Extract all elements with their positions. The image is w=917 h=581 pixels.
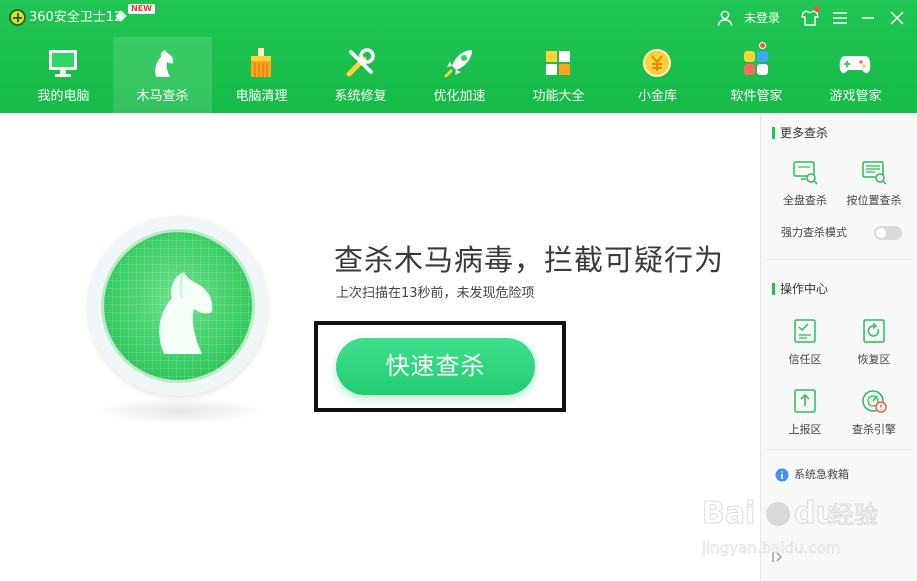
app-logo-icon <box>9 9 26 26</box>
nav-label: 优化加速 <box>433 89 486 104</box>
location-scan-label: 按位置查杀 <box>846 194 902 207</box>
quick-scan-button[interactable]: 快速查杀 <box>336 338 535 395</box>
emergency-kit-label: 系统急救箱 <box>794 468 849 481</box>
close-icon[interactable] <box>886 7 908 29</box>
report-zone-button[interactable]: 上报区 <box>769 388 841 444</box>
app-title: 360安全卫士12 <box>29 10 123 25</box>
login-link[interactable]: 未登录 <box>744 10 780 26</box>
nav-label: 游戏管家 <box>829 89 882 104</box>
nav-item-speedup[interactable]: 优化加速 <box>410 37 509 113</box>
skin-notification-dot <box>814 6 820 12</box>
full-scan-button[interactable]: 全盘查杀 <box>769 159 841 215</box>
hero-circle <box>101 229 255 383</box>
divider <box>767 259 912 260</box>
grid-icon <box>546 51 570 75</box>
horse-icon <box>155 50 174 77</box>
report-zone-label: 上报区 <box>788 423 822 436</box>
monitor-scan-icon <box>793 161 818 185</box>
hero-badge <box>88 216 268 396</box>
last-scan-status: 上次扫描在13秒前，未发现危险项 <box>336 286 535 301</box>
tools-icon <box>346 48 375 77</box>
restore-icon <box>863 319 885 343</box>
nav-item-features[interactable]: 功能大全 <box>509 37 608 113</box>
toggle-knob <box>876 228 886 238</box>
scan-engine-label: 查杀引擎 <box>852 423 896 436</box>
paw-icon <box>766 502 790 526</box>
restore-zone-label: 恢复区 <box>857 353 891 366</box>
watermark-cn: 经验 <box>830 501 879 530</box>
watermark-url: jingyan.baidu.com <box>702 539 841 558</box>
minimize-icon[interactable] <box>857 7 879 29</box>
divider <box>767 449 912 450</box>
nav-label: 功能大全 <box>532 89 585 104</box>
watermark-brand: Bai <box>701 496 756 532</box>
strong-mode-label: 强力查杀模式 <box>781 226 847 239</box>
rocket-icon <box>444 50 472 78</box>
nav-label: 我的电脑 <box>37 89 90 104</box>
nav-item-games[interactable]: 游戏管家 <box>806 37 905 113</box>
new-badge: NEW <box>128 4 155 14</box>
nav-label: 木马查杀 <box>136 89 189 104</box>
trust-list-icon <box>794 319 816 343</box>
nav-label: 小金库 <box>637 89 677 104</box>
nav-item-repair[interactable]: 系统修复 <box>311 37 410 113</box>
baidu-watermark: Bai du 经验 jingyan.baidu.com <box>701 494 878 562</box>
main-panel: 查杀木马病毒，拦截可疑行为 上次扫描在13秒前，未发现危险项 快速查杀 <box>0 113 760 581</box>
gamepad-icon <box>839 56 871 73</box>
section-title-ops: 操作中心 <box>772 281 828 297</box>
full-scan-label: 全盘查杀 <box>783 194 827 207</box>
upload-icon <box>794 389 816 413</box>
nav-item-software[interactable]: 软件管家 <box>707 37 806 113</box>
strong-mode-toggle[interactable] <box>874 226 902 240</box>
trust-zone-label: 信任区 <box>788 353 822 366</box>
hero-shadow <box>95 398 265 424</box>
notification-dot <box>759 42 766 49</box>
monitor-icon <box>49 50 77 77</box>
apps-icon <box>744 51 768 75</box>
coin-icon <box>643 49 671 77</box>
trust-zone-button[interactable]: 信任区 <box>769 318 841 374</box>
section-title-more-scan: 更多查杀 <box>772 125 828 141</box>
location-scan-button[interactable]: 按位置查杀 <box>838 159 910 215</box>
info-icon <box>775 468 789 482</box>
user-icon[interactable] <box>716 9 734 27</box>
nav-item-vault[interactable]: 小金库 <box>608 37 707 113</box>
nav-item-my-computer[interactable]: 我的电脑 <box>14 37 113 113</box>
title-bar: 360安全卫士12 NEW 未登录 <box>0 0 917 36</box>
broom-icon <box>251 48 271 77</box>
nav-label: 电脑清理 <box>235 89 288 104</box>
horse-icon <box>159 271 213 354</box>
nav-label: 软件管家 <box>730 89 783 104</box>
restore-zone-button[interactable]: 恢复区 <box>838 318 910 374</box>
engine-gauge-icon <box>862 390 887 413</box>
nav-item-cleanup[interactable]: 电脑清理 <box>212 37 311 113</box>
scan-engine-button[interactable]: 查杀引擎 <box>838 388 910 444</box>
folder-scan-icon <box>862 161 887 185</box>
main-nav: 我的电脑 木马查杀 电脑清理 系统修复 优化加速 功能大全 小金库 软件管家 游… <box>14 37 914 113</box>
nav-label: 系统修复 <box>334 89 387 104</box>
nav-item-trojan-scan[interactable]: 木马查杀 <box>113 37 212 113</box>
menu-icon[interactable] <box>829 7 851 29</box>
header-bar: 360安全卫士12 NEW 未登录 我的电脑 木马查杀 电脑清理 系统修复 优化… <box>0 0 917 113</box>
page-headline: 查杀木马病毒，拦截可疑行为 <box>334 243 725 277</box>
